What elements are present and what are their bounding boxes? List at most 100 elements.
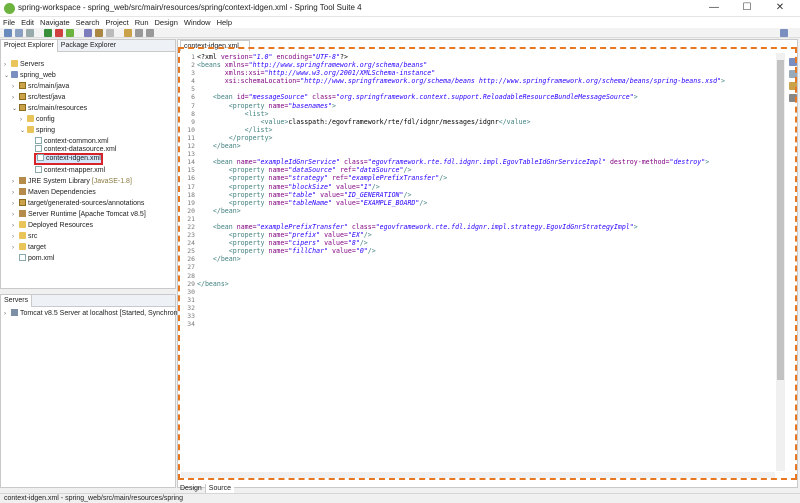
line-number: 5 <box>191 85 195 94</box>
server-row-tomcat[interactable]: › Tomcat v8.5 Server at localhost [Starte… <box>4 309 183 319</box>
menu-edit[interactable]: Edit <box>18 17 37 28</box>
code-token: <property <box>228 198 269 207</box>
code-line: <property name="blockSize" value="1"/> <box>197 183 767 191</box>
menu-project[interactable]: Project <box>102 17 131 28</box>
tree-item-deployed-resources[interactable]: › Deployed Resources <box>12 221 93 231</box>
code-area[interactable]: <?xml version="1.0" encoding="UTF-8"?> <b… <box>197 53 767 328</box>
code-token: "strategy" <box>288 174 329 183</box>
code-token: class= <box>312 93 336 102</box>
line-number: 28 <box>187 271 195 280</box>
tree-item-context-mapper[interactable]: context-mapper.xml <box>35 166 105 176</box>
folder-icon <box>27 126 34 133</box>
menu-navigate[interactable]: Navigate <box>37 17 73 28</box>
code-line: <beans xmlns="http://www.springframework… <box>197 61 767 69</box>
editor-tab-context-idgen[interactable]: context-idgen.xml <box>180 40 250 51</box>
code-line: xmlns:xsi="http://www.w3.org/2001/XMLSch… <box>197 69 767 77</box>
tree-item-pom[interactable]: pom.xml <box>19 254 54 264</box>
code-line: <property name="dataSource" ref="dataSou… <box>197 166 767 174</box>
menu-run[interactable]: Run <box>132 17 152 28</box>
code-token: "8" <box>347 239 360 248</box>
tree-item-src-test-java[interactable]: › src/test/java <box>12 93 65 103</box>
code-token: "cipers" <box>288 239 321 248</box>
tab-package-explorer[interactable]: Package Explorer <box>58 40 119 52</box>
folder-icon <box>19 232 26 239</box>
code-token: "examplePrefixTransfer" <box>347 174 440 183</box>
tree-item-config[interactable]: › config <box>20 115 55 125</box>
tree-item-context-idgen[interactable]: context-idgen.xml <box>37 154 101 164</box>
tree-item-maven-dependencies[interactable]: › Maven Dependencies <box>12 188 96 198</box>
tab-project-explorer[interactable]: Project Explorer <box>1 40 58 52</box>
line-number: 25 <box>187 247 195 256</box>
back-icon[interactable] <box>135 29 143 37</box>
tree-item-src-main-java[interactable]: › src/main/java <box>12 82 69 92</box>
tree-item-generated-sources[interactable]: › target/generated-sources/annotations <box>12 199 144 209</box>
menu-search[interactable]: Search <box>73 17 103 28</box>
save-all-icon[interactable] <box>26 29 34 37</box>
maximize-button[interactable]: ☐ <box>733 1 761 15</box>
minimize-button[interactable]: — <box>700 1 728 15</box>
menu-window[interactable]: Window <box>181 17 214 28</box>
tree-item-src-main-resources[interactable]: ⌄ src/main/resources <box>12 104 87 114</box>
tab-servers[interactable]: Servers <box>1 295 33 307</box>
tree-item-jre-library[interactable]: › JRE System Library [JavaSE-1.8] <box>12 177 132 187</box>
search-icon[interactable] <box>106 29 114 37</box>
forward-icon[interactable] <box>146 29 154 37</box>
new-icon[interactable] <box>4 29 12 37</box>
close-button[interactable]: ✕ <box>766 1 794 15</box>
code-token: /> <box>367 247 376 256</box>
source-folder-icon <box>19 93 26 100</box>
code-token: "dataSource" <box>288 166 336 175</box>
code-token: </bean> <box>212 206 241 215</box>
scrollbar-thumb[interactable] <box>777 60 784 380</box>
code-line: <bean name="examplePrefixTransfer" class… <box>197 223 767 231</box>
code-token: </value> <box>498 117 531 126</box>
line-number: 32 <box>187 303 195 312</box>
tree-item-target[interactable]: › target <box>12 243 46 253</box>
code-token: "exampleIdGnrService" <box>256 158 340 167</box>
code-token: > <box>633 222 638 231</box>
library-icon <box>19 177 26 184</box>
stop-icon[interactable] <box>55 29 63 37</box>
tree-item-spring[interactable]: ⌄ spring <box>20 126 55 136</box>
external-tools-icon[interactable] <box>124 29 132 37</box>
code-token: class= <box>343 158 368 167</box>
debug-icon[interactable] <box>84 29 92 37</box>
source-folder-icon <box>19 199 26 206</box>
horizontal-scrollbar[interactable] <box>181 472 775 478</box>
spring-app-icon <box>4 3 15 14</box>
open-type-icon[interactable] <box>95 29 103 37</box>
tree-item-server-runtime[interactable]: › Server Runtime [Apache Tomcat v8.5] <box>12 210 146 220</box>
menu-help[interactable]: Help <box>214 17 235 28</box>
tree-item-src[interactable]: › src <box>12 232 37 242</box>
console-icon[interactable] <box>789 94 797 102</box>
side-toolbar <box>788 53 798 453</box>
code-token: value= <box>324 239 348 248</box>
problems-icon[interactable] <box>789 82 797 90</box>
outline-icon[interactable] <box>789 58 797 66</box>
run-icon[interactable] <box>44 29 52 37</box>
spring-boot-icon[interactable] <box>66 29 74 37</box>
tree-item-spring-web[interactable]: ⌄ spring_web <box>4 71 56 81</box>
code-line: <bean name="exampleIdGnrService" class="… <box>197 158 767 166</box>
servers-tabstrip: Servers <box>1 295 175 307</box>
tree-item-servers[interactable]: › Servers <box>4 60 44 70</box>
menu-file[interactable]: File <box>0 17 18 28</box>
task-list-icon[interactable] <box>789 70 797 78</box>
window-title: spring-workspace - spring_web/src/main/r… <box>18 3 362 12</box>
code-token: /> <box>419 198 428 207</box>
code-token: </beans> <box>197 279 229 288</box>
line-number: 15 <box>187 166 195 175</box>
save-icon[interactable] <box>15 29 23 37</box>
perspective-icon[interactable] <box>780 29 788 37</box>
line-number: 8 <box>191 109 195 118</box>
code-token: "basenames" <box>288 101 332 110</box>
code-token: "tableName" <box>288 198 332 207</box>
menu-design[interactable]: Design <box>152 17 181 28</box>
code-line: <property name="tableName" value="EXAMPL… <box>197 199 767 207</box>
code-token: "1" <box>359 182 372 191</box>
